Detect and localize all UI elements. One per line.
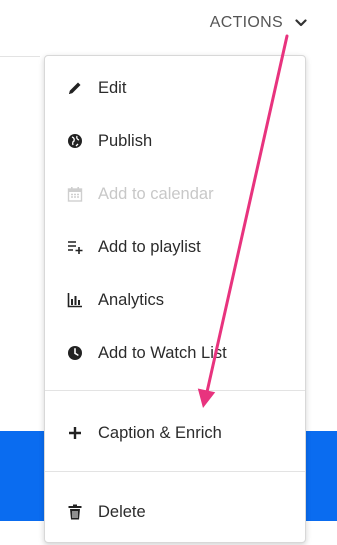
calendar-icon <box>66 185 84 203</box>
globe-icon <box>66 132 84 150</box>
menu-item-label: Add to playlist <box>98 237 201 256</box>
menu-item-label: Add to calendar <box>98 184 214 203</box>
menu-item-add-to-playlist[interactable]: Add to playlist <box>45 227 305 267</box>
menu-item-label: Caption & Enrich <box>98 423 222 442</box>
menu-item-add-to-watch-list[interactable]: Add to Watch List <box>45 333 305 373</box>
menu-item-delete[interactable]: Delete <box>45 492 305 532</box>
actions-menu: Edit Publish Add to calendar Add to play… <box>44 55 306 543</box>
menu-item-caption-and-enrich[interactable]: Caption & Enrich <box>45 413 305 453</box>
menu-item-label: Edit <box>98 78 127 97</box>
bar-chart-icon <box>66 291 84 309</box>
menu-item-add-to-calendar: Add to calendar <box>45 174 305 214</box>
playlist-add-icon <box>66 238 84 256</box>
menu-item-edit[interactable]: Edit <box>45 68 305 108</box>
pencil-icon <box>66 79 84 97</box>
menu-item-label: Delete <box>98 502 146 521</box>
menu-item-analytics[interactable]: Analytics <box>45 280 305 320</box>
menu-divider <box>45 390 305 391</box>
clock-icon <box>66 344 84 362</box>
actions-dropdown-toggle[interactable]: ACTIONS <box>210 14 307 32</box>
menu-item-label: Publish <box>98 131 153 150</box>
chevron-down-icon <box>295 19 307 27</box>
trash-icon <box>66 503 84 521</box>
plus-icon <box>66 424 84 442</box>
menu-item-label: Analytics <box>98 290 165 309</box>
menu-divider <box>45 471 305 472</box>
actions-label: ACTIONS <box>209 14 283 31</box>
header-divider <box>0 56 40 57</box>
menu-item-publish[interactable]: Publish <box>45 121 305 161</box>
menu-item-label: Add to Watch List <box>98 343 227 362</box>
